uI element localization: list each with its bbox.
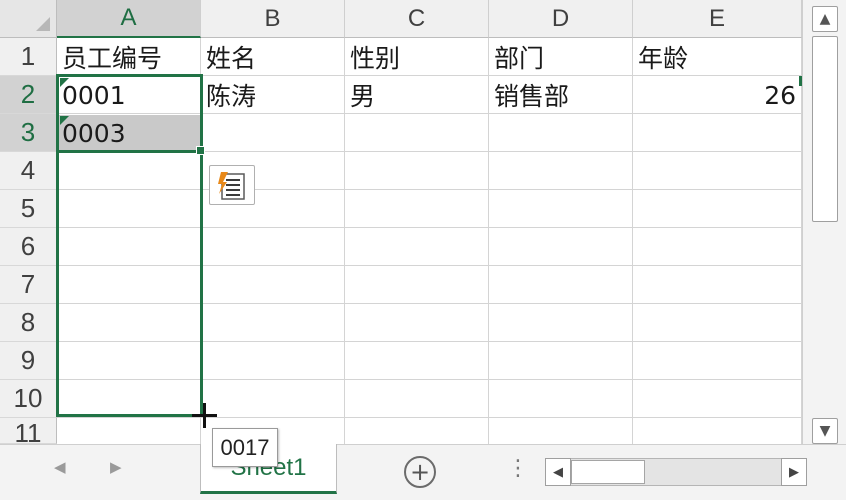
column-header-c[interactable]: C [345, 0, 489, 38]
scroll-down-button[interactable]: ▼ [812, 418, 838, 444]
selection-indicator [799, 76, 802, 86]
paste-options-icon [218, 172, 245, 200]
row-header-8[interactable]: 8 [0, 304, 57, 342]
row-header-7[interactable]: 7 [0, 266, 57, 304]
next-sheet-icon[interactable]: ▶ [110, 458, 122, 476]
column-header-d[interactable]: D [489, 0, 633, 38]
cell-d2[interactable]: 销售部 [489, 76, 633, 114]
select-all-corner[interactable] [0, 0, 57, 38]
prev-sheet-icon[interactable]: ◀ [54, 458, 66, 476]
row-header-1[interactable]: 1 [0, 38, 57, 76]
column-header-b[interactable]: B [201, 0, 345, 38]
arrow-left-icon: ◀ [553, 464, 563, 480]
crosshair-cursor-icon-bar [192, 414, 217, 417]
more-options-icon[interactable]: ⋮ [507, 456, 529, 481]
cell-e1[interactable]: 年龄 [633, 38, 802, 76]
add-sheet-button[interactable]: + [404, 456, 436, 488]
cell-b2[interactable]: 陈涛 [201, 76, 345, 114]
arrow-right-icon: ▶ [789, 464, 799, 480]
cell-c2[interactable]: 男 [345, 76, 489, 114]
scroll-left-button[interactable]: ◀ [545, 458, 571, 486]
arrow-up-icon: ▲ [819, 11, 831, 27]
fill-range-outline [56, 151, 203, 417]
cell-c1[interactable]: 性别 [345, 38, 489, 76]
cell-b1[interactable]: 姓名 [201, 38, 345, 76]
arrow-down-icon: ▼ [819, 423, 831, 439]
row-header-9[interactable]: 9 [0, 342, 57, 380]
row-header-11[interactable]: 11 [0, 418, 57, 444]
row-header-2[interactable]: 2 [0, 76, 57, 114]
plus-icon: + [409, 458, 431, 486]
row-header-5[interactable]: 5 [0, 190, 57, 228]
cell-a1[interactable]: 员工编号 [57, 38, 201, 76]
row-header-6[interactable]: 6 [0, 228, 57, 266]
selection-range [56, 74, 203, 153]
select-all-triangle-icon [36, 17, 50, 31]
column-header-e[interactable]: E [633, 0, 802, 38]
row-header-3[interactable]: 3 [0, 114, 57, 152]
grid-line [57, 417, 802, 418]
cell-e2[interactable]: 26 [633, 76, 802, 114]
column-header-a[interactable]: A [57, 0, 201, 38]
row-header-10[interactable]: 10 [0, 380, 57, 418]
paste-options-button[interactable] [209, 165, 255, 205]
scroll-up-button[interactable]: ▲ [812, 6, 838, 32]
fill-handle[interactable] [196, 146, 205, 155]
row-header-4[interactable]: 4 [0, 152, 57, 190]
vertical-scroll-thumb[interactable] [812, 36, 838, 222]
horizontal-scroll-thumb[interactable] [571, 460, 645, 484]
cell-d1[interactable]: 部门 [489, 38, 633, 76]
autofill-preview-tooltip: 0017 [212, 428, 278, 467]
scroll-right-button[interactable]: ▶ [781, 458, 807, 486]
